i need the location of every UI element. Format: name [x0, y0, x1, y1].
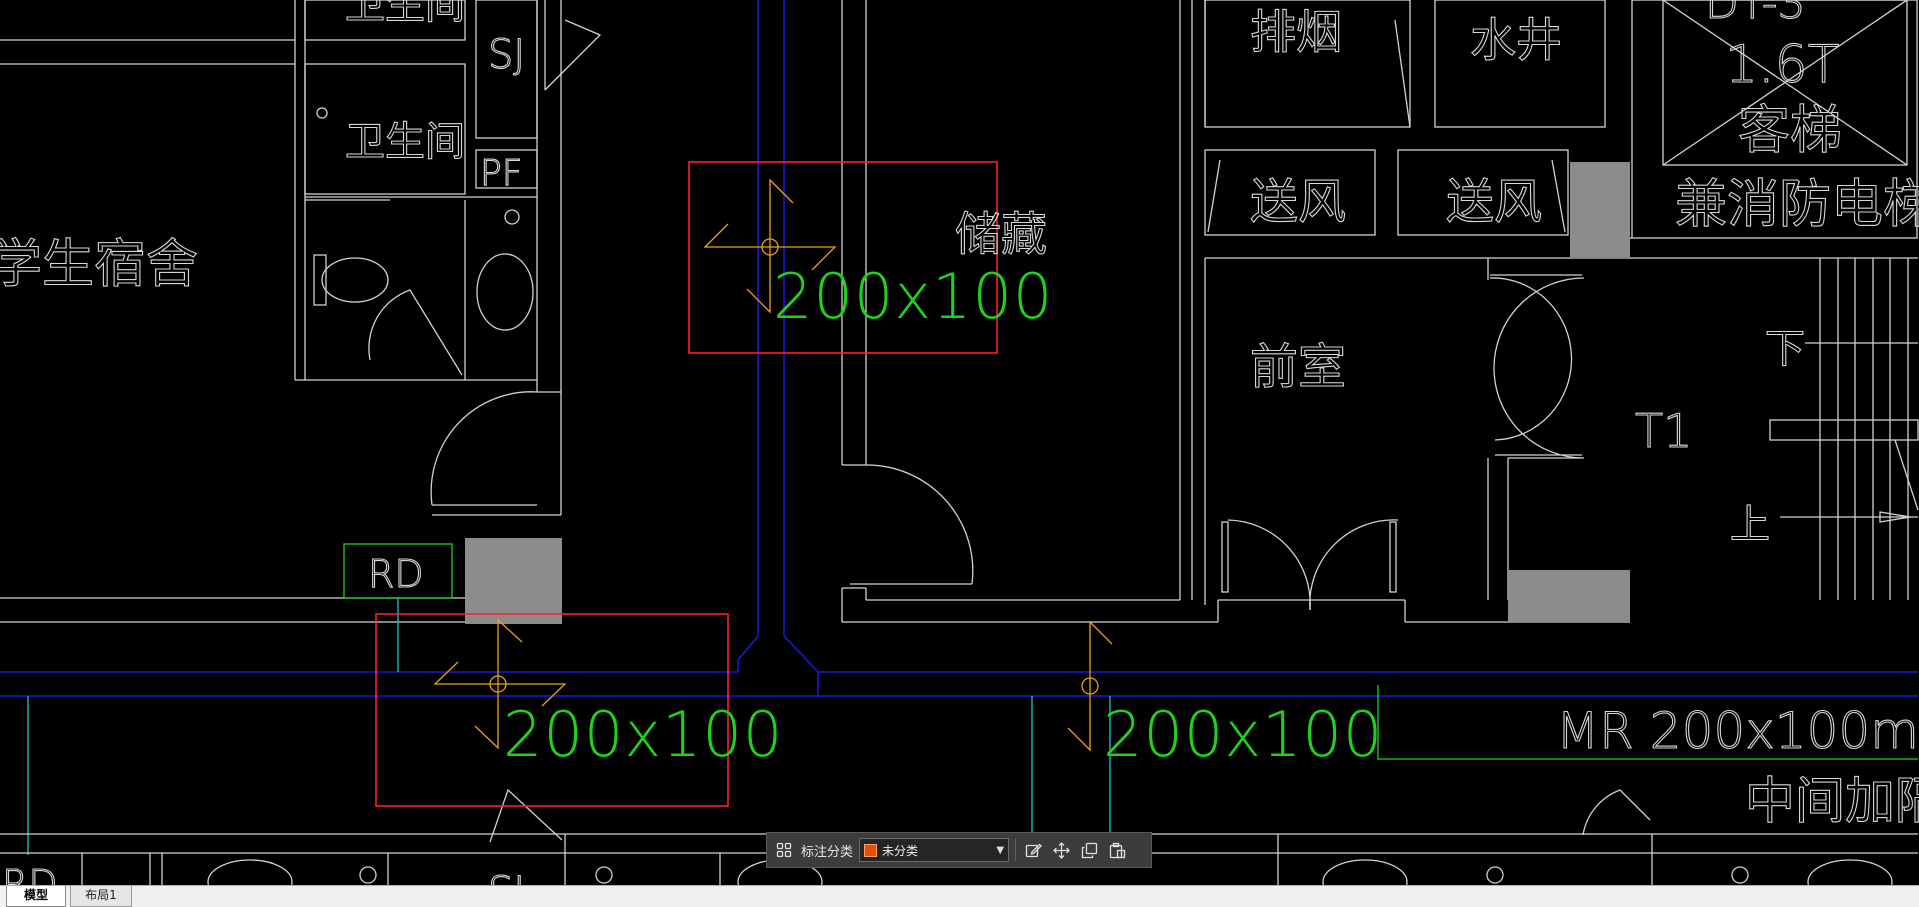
shaft-label-sj-bottom: SJ	[488, 869, 525, 885]
category-label: 标注分类	[801, 844, 854, 860]
shaft-label-water: 水井	[1470, 13, 1562, 67]
duct-size-label-2: 200x100	[503, 698, 783, 771]
category-color-swatch	[864, 843, 878, 857]
wall-lines-left	[0, 0, 602, 623]
column-gray-1	[465, 538, 562, 624]
shaft-label-pf: PF	[480, 153, 522, 194]
shaft-label-air-supply-1: 送风	[1250, 174, 1346, 230]
move-icon[interactable]	[1050, 839, 1072, 861]
room-label-front-room: 前室	[1250, 339, 1346, 395]
stair-label: T1	[1635, 404, 1692, 458]
duct-size-label-3: 200x100	[1103, 698, 1383, 771]
rd-label-bottom: RD	[2, 862, 58, 885]
middle-partition-label: 中间加隔板	[1745, 772, 1919, 830]
room-label-toilet: 卫生间	[345, 119, 465, 165]
room-label-storage: 储藏	[955, 207, 1047, 261]
category-select-value: 未分类	[882, 843, 919, 858]
grid-icon[interactable]	[773, 839, 795, 861]
toolbar-divider	[1015, 839, 1017, 861]
duct-corridor	[0, 671, 1918, 697]
cad-drawing-canvas[interactable]: 学生宿舍 卫生间 卫生间 SJ PF 储藏 排烟 水井 送风 送风 DT-3 1…	[0, 0, 1919, 907]
stair-down-label: 下	[1765, 326, 1805, 372]
column-gray-3	[1508, 570, 1630, 622]
column-gray-2	[1570, 162, 1630, 257]
category-select[interactable]: 未分类 ▼	[859, 838, 1010, 862]
mr-size-label: MR 200x100mm	[1556, 702, 1919, 760]
rd-label-top: RD	[368, 552, 424, 596]
elevator-fire: 兼消防电梯	[1675, 175, 1919, 235]
shaft-label-air-supply-2: 送风	[1446, 174, 1542, 230]
annotation-toolbar: 标注分类 未分类 ▼	[766, 832, 1152, 868]
elevator-type: 客梯	[1738, 101, 1842, 161]
shaft-label-sj: SJ	[488, 32, 525, 78]
layout-tab-bar: 模型 布局1	[0, 885, 1919, 907]
chevron-down-icon: ▼	[996, 844, 1005, 856]
stair-up-label: 上	[1730, 502, 1770, 548]
room-label-dorm: 学生宿舍	[0, 235, 198, 295]
elevator-code: DT-3	[1705, 0, 1806, 29]
aux-lines	[27, 543, 1918, 855]
tab-layout1[interactable]: 布局1	[70, 886, 132, 907]
room-label-toilet-top: 卫生间	[345, 0, 465, 28]
wall-lines-center	[737, 0, 1218, 673]
elevator-capacity: 1.6T	[1725, 35, 1839, 95]
paste-icon[interactable]	[1106, 839, 1128, 861]
copy-icon[interactable]	[1078, 839, 1100, 861]
duct-size-label-1: 200x100	[773, 260, 1053, 333]
tab-model[interactable]: 模型	[6, 886, 66, 907]
shaft-label-exhaust: 排烟	[1250, 5, 1342, 59]
edit-icon[interactable]	[1022, 839, 1044, 861]
